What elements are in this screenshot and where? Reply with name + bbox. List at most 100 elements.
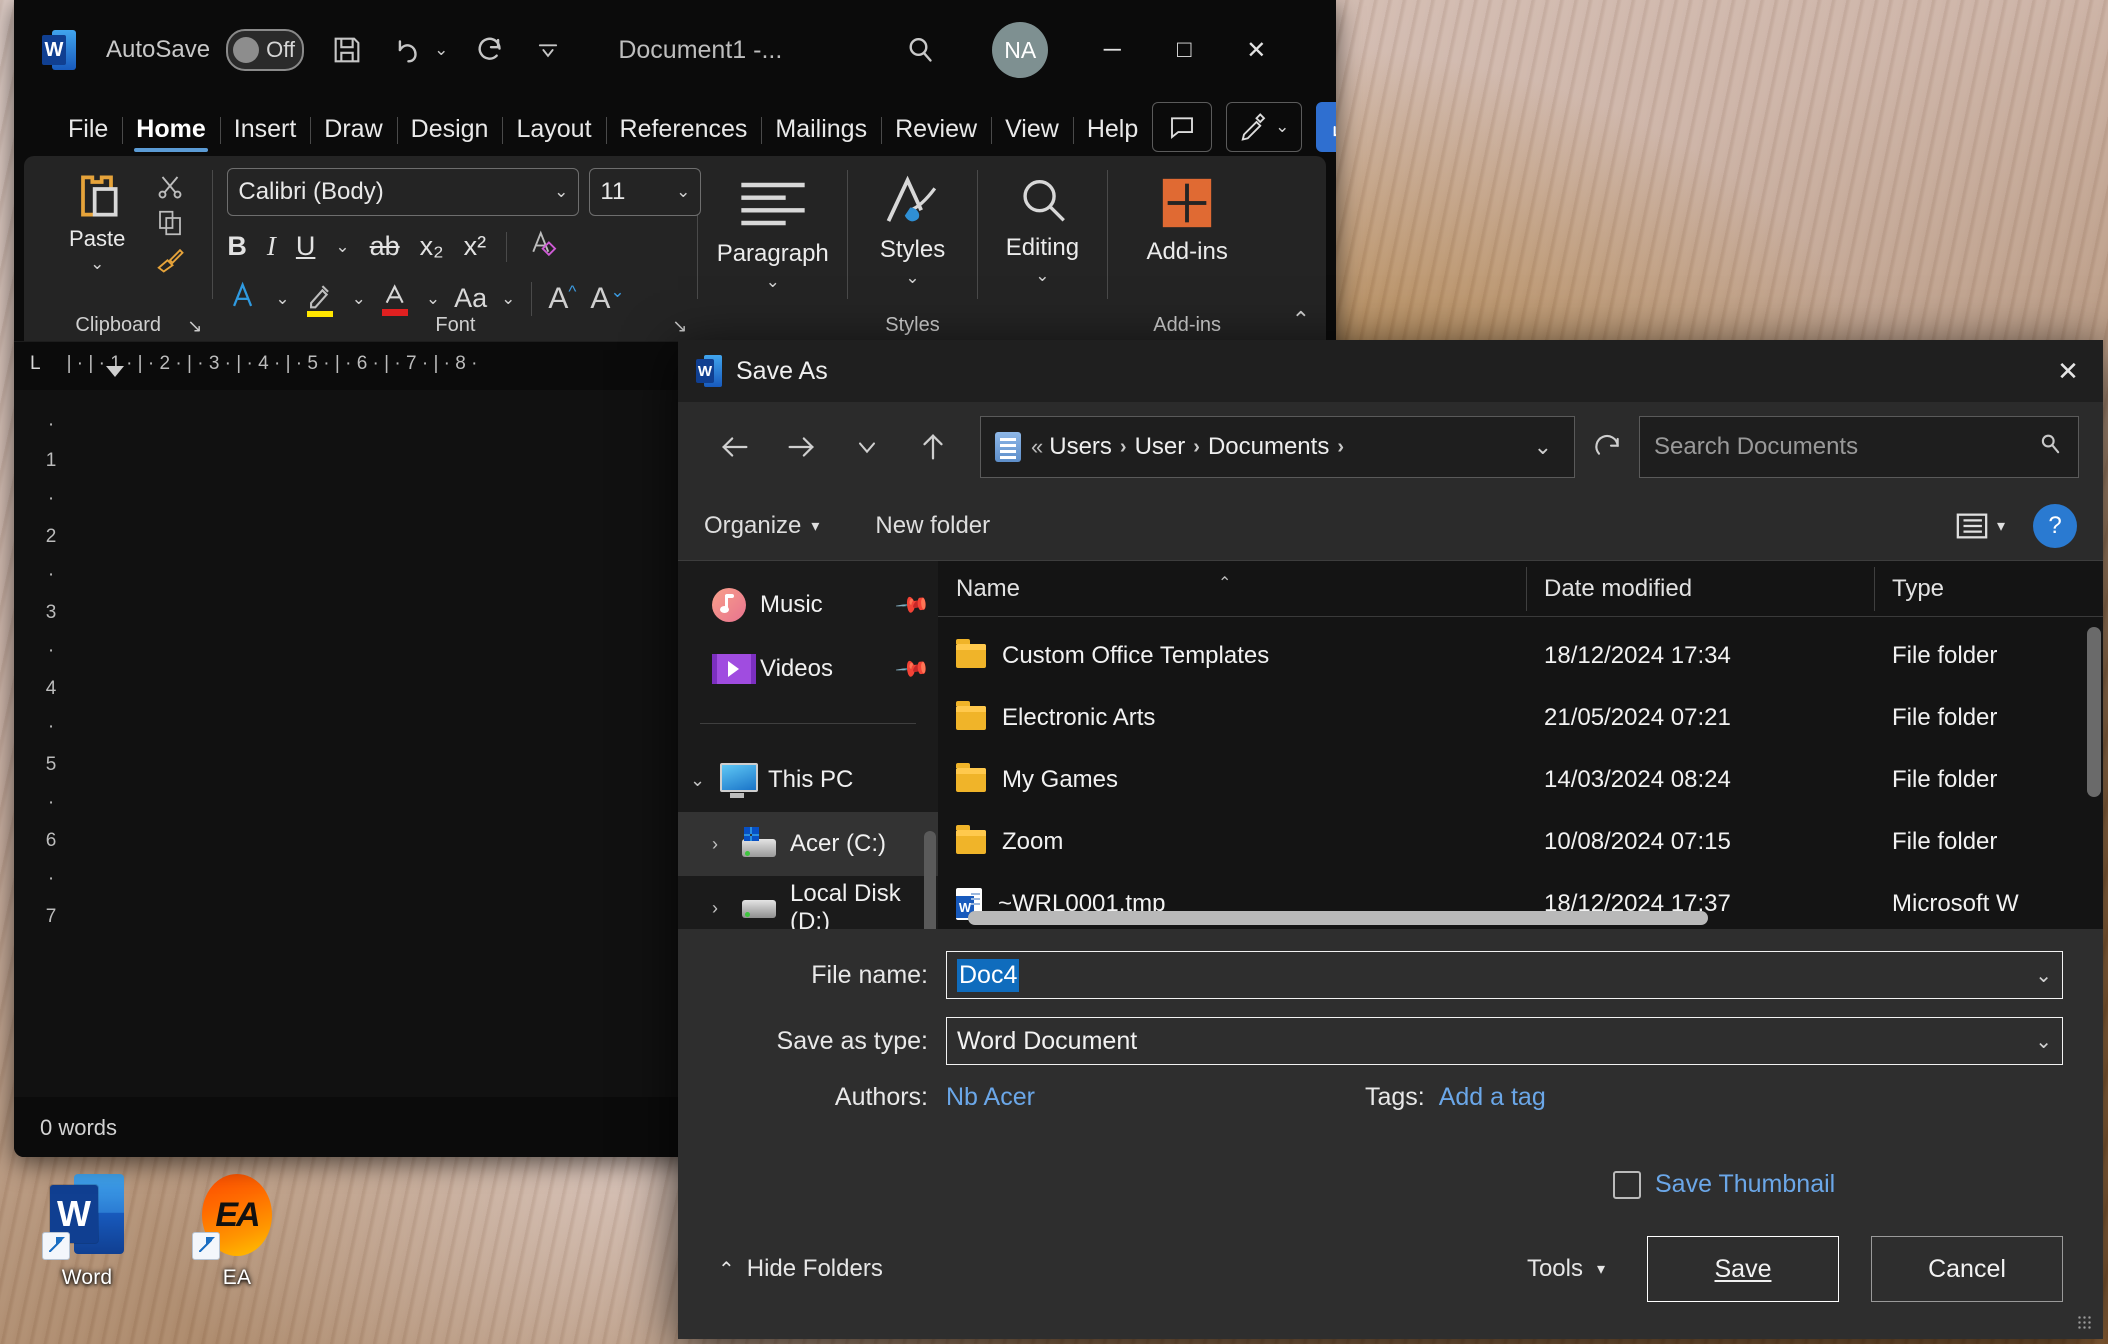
vertical-ruler[interactable]: · 1 · 2 · 3 · 4 · 5 · 6 · 7	[34, 400, 68, 1037]
cancel-button[interactable]: Cancel	[1871, 1236, 2063, 1302]
editing-chevron-down-icon[interactable]: ⌄	[1035, 266, 1049, 286]
undo-chevron-down-icon[interactable]: ⌄	[434, 40, 448, 60]
tab-design[interactable]: Design	[397, 111, 503, 156]
back-arrow-icon[interactable]	[702, 418, 768, 476]
pin-icon[interactable]: 📌	[893, 650, 931, 688]
save-button[interactable]: Save	[1647, 1236, 1839, 1302]
text-effects-icon[interactable]	[227, 279, 261, 318]
search-input[interactable]: Search Documents	[1639, 416, 2079, 478]
font-dialog-launcher-icon[interactable]: ↘	[672, 316, 687, 337]
help-button[interactable]: ?	[2033, 504, 2077, 548]
table-row[interactable]: Electronic Arts 21/05/2024 07:21 File fo…	[938, 693, 2103, 743]
chevron-down-icon[interactable]: ⌄	[1526, 434, 1560, 460]
save-icon[interactable]	[330, 33, 364, 67]
font-color-icon[interactable]	[380, 280, 412, 317]
filename-input[interactable]: Doc4 ⌄	[946, 951, 2063, 999]
chevron-down-icon[interactable]: ⌄	[690, 770, 716, 791]
file-list-horizontal-scrollbar[interactable]	[968, 911, 1708, 925]
sidebar-item-music[interactable]: Music 📌	[678, 573, 938, 637]
underline-button[interactable]: U	[296, 231, 316, 262]
copy-icon[interactable]	[155, 208, 185, 238]
breadcrumb-separator[interactable]: ›	[1329, 436, 1352, 459]
comments-button[interactable]	[1152, 102, 1212, 152]
organize-button[interactable]: Organize ▾	[704, 512, 819, 540]
ribbon-group-paragraph[interactable]: Paragraph ⌄	[698, 156, 847, 341]
tab-layout[interactable]: Layout	[502, 111, 605, 156]
tab-draw[interactable]: Draw	[310, 111, 396, 156]
superscript-button[interactable]: x²	[464, 231, 487, 262]
avatar[interactable]: NA	[992, 22, 1048, 78]
chevron-down-icon[interactable]: ⌄	[2035, 963, 2052, 988]
tab-home[interactable]: Home	[122, 111, 219, 156]
styles-chevron-down-icon[interactable]: ⌄	[905, 268, 919, 288]
ribbon-group-styles[interactable]: Styles ⌄ Styles	[848, 156, 977, 341]
bold-button[interactable]: B	[227, 231, 247, 262]
breadcrumb-user[interactable]: User	[1135, 433, 1186, 461]
chevron-right-icon[interactable]: ›	[712, 834, 738, 855]
new-folder-button[interactable]: New folder	[875, 512, 990, 540]
search-icon[interactable]	[2036, 430, 2064, 465]
clear-formatting-icon[interactable]	[527, 228, 557, 265]
file-list-vertical-scrollbar[interactable]	[2087, 627, 2101, 797]
ribbon-group-editing[interactable]: Editing ⌄	[978, 156, 1107, 341]
highlight-chevron-down-icon[interactable]: ⌄	[352, 289, 366, 309]
up-arrow-icon[interactable]	[900, 418, 966, 476]
table-row[interactable]: Zoom 10/08/2024 07:15 File folder	[938, 817, 2103, 867]
save-thumbnail-checkbox[interactable]	[1613, 1171, 1641, 1199]
chevron-right-icon[interactable]: ›	[712, 898, 738, 919]
breadcrumb-overflow[interactable]: «	[1031, 434, 1049, 460]
breadcrumb-users[interactable]: Users	[1049, 433, 1112, 461]
paragraph-chevron-down-icon[interactable]: ⌄	[766, 272, 780, 292]
underline-chevron-down-icon[interactable]: ⌄	[335, 237, 349, 257]
breadcrumb-separator[interactable]: ›	[1185, 436, 1208, 459]
format-painter-icon[interactable]	[155, 244, 185, 274]
text-highlight-icon[interactable]	[304, 279, 338, 318]
breadcrumb-documents[interactable]: Documents	[1208, 433, 1329, 461]
table-row[interactable]: Custom Office Templates 18/12/2024 17:34…	[938, 631, 2103, 681]
tab-review[interactable]: Review	[881, 111, 991, 156]
pin-icon[interactable]: 📌	[893, 586, 931, 624]
maximize-button[interactable]: □	[1148, 22, 1220, 78]
text-effects-chevron-down-icon[interactable]: ⌄	[275, 289, 289, 309]
sidebar-item-videos[interactable]: Videos 📌	[678, 637, 938, 701]
italic-button[interactable]: I	[267, 231, 276, 262]
view-layout-button[interactable]: ▾	[1955, 511, 2005, 541]
font-size-input[interactable]: 11 ⌄	[589, 168, 701, 216]
indent-marker[interactable]	[106, 366, 124, 377]
share-button[interactable]: ⌄	[1316, 102, 1336, 152]
minimize-button[interactable]: ─	[1076, 22, 1148, 78]
breadcrumb-separator[interactable]: ›	[1112, 436, 1135, 459]
address-bar[interactable]: « Users › User › Documents › ⌄	[980, 416, 1575, 478]
recent-locations-icon[interactable]	[834, 418, 900, 476]
editing-pen-button[interactable]: ⌄	[1226, 102, 1302, 152]
save-thumbnail-row[interactable]: Save Thumbnail	[1613, 1170, 2103, 1199]
undo-icon[interactable]	[390, 33, 424, 67]
redo-icon[interactable]	[474, 33, 508, 67]
sidebar-item-acer-c[interactable]: › Acer (C:)	[678, 812, 938, 876]
tab-stop-marker[interactable]: L	[30, 353, 41, 375]
sidebar-item-local-disk-d[interactable]: › Local Disk (D:)	[678, 876, 938, 929]
clipboard-dialog-launcher-icon[interactable]: ↘	[187, 316, 202, 337]
column-header-date-modified[interactable]: Date modified	[1526, 575, 1874, 603]
change-case-button[interactable]: Aa	[454, 283, 487, 314]
font-color-chevron-down-icon[interactable]: ⌄	[426, 289, 440, 309]
authors-value[interactable]: Nb Acer	[946, 1083, 1035, 1112]
table-row[interactable]: My Games 14/03/2024 08:24 File folder	[938, 755, 2103, 805]
column-header-name[interactable]: ⌃ Name	[938, 575, 1526, 603]
tab-insert[interactable]: Insert	[220, 111, 311, 156]
tab-mailings[interactable]: Mailings	[761, 111, 881, 156]
tags-value[interactable]: Add a tag	[1439, 1083, 1546, 1112]
subscript-button[interactable]: x₂	[420, 231, 444, 262]
scissors-icon[interactable]	[155, 172, 185, 202]
ribbon-group-addins[interactable]: Add-ins Add-ins	[1108, 156, 1267, 341]
sidebar-scrollbar[interactable]	[924, 831, 936, 929]
collapse-ribbon-icon[interactable]: ⌃	[1292, 307, 1310, 333]
resize-grip[interactable]	[2077, 1315, 2093, 1331]
tab-file[interactable]: File	[54, 111, 122, 156]
desktop-icon-ea[interactable]: EA EA	[178, 1172, 296, 1290]
savetype-select[interactable]: Word Document ⌄	[946, 1017, 2063, 1065]
hide-folders-button[interactable]: ⌃ Hide Folders	[718, 1255, 883, 1283]
autosave-toggle[interactable]: Off	[226, 29, 304, 71]
grow-font-button[interactable]: A^	[548, 282, 576, 316]
search-icon[interactable]	[902, 32, 938, 68]
